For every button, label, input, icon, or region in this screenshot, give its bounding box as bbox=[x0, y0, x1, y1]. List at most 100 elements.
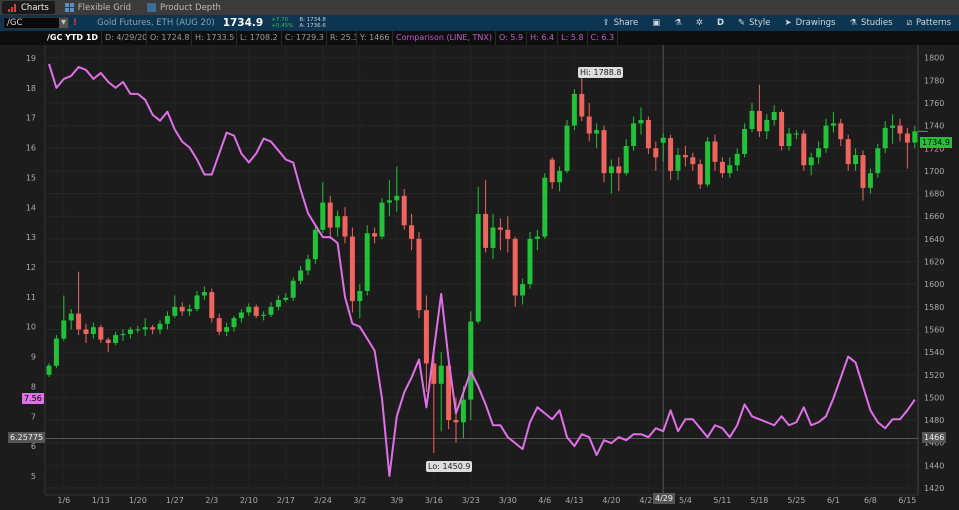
candle-body bbox=[194, 295, 200, 310]
alert-icon[interactable]: ! bbox=[73, 18, 77, 28]
drawings-button[interactable]: ➤ Drawings bbox=[785, 18, 836, 28]
candle-body bbox=[231, 318, 237, 328]
x-axis-tick-label: 5/25 bbox=[787, 496, 805, 505]
candle-body bbox=[712, 141, 718, 162]
x-axis-tick-label: 2/10 bbox=[240, 496, 258, 505]
left-axis-tick-label: 18 bbox=[26, 84, 36, 93]
x-axis-tick-label: 1/20 bbox=[129, 496, 147, 505]
price-chart[interactable]: 1420144014601480150015201540156015801600… bbox=[0, 45, 959, 510]
right-axis-tick-label: 1440 bbox=[924, 461, 944, 470]
candle-body bbox=[335, 216, 341, 228]
candle-body bbox=[497, 227, 503, 230]
candle-body bbox=[423, 310, 429, 364]
candle-body bbox=[468, 321, 474, 400]
right-axis-tick-label: 1800 bbox=[924, 54, 944, 63]
candle-body bbox=[690, 157, 696, 165]
candle-body bbox=[520, 284, 526, 296]
candle-body bbox=[201, 292, 207, 296]
right-axis-tick-label: 1580 bbox=[924, 303, 944, 312]
x-axis-tick-label: 5/11 bbox=[713, 496, 731, 505]
settings-button[interactable]: ✲ bbox=[696, 18, 703, 28]
right-axis-tick-label: 1420 bbox=[924, 484, 944, 493]
info-y: Y: 1466 bbox=[357, 31, 394, 45]
candle-body bbox=[786, 133, 792, 146]
flask-button[interactable]: ⚗ bbox=[674, 18, 682, 28]
tab-flexible-grid[interactable]: Flexible Grid bbox=[59, 1, 137, 14]
patterns-button[interactable]: ⧄ Patterns bbox=[907, 18, 951, 28]
chevron-down-icon[interactable]: ▼ bbox=[59, 18, 68, 28]
left-axis-tick-label: 10 bbox=[26, 323, 36, 332]
candle-body bbox=[460, 399, 466, 423]
candle-body bbox=[364, 233, 370, 291]
info-high: H: 1733.5 bbox=[192, 31, 238, 45]
style-button[interactable]: ✎ Style bbox=[738, 18, 770, 28]
patterns-label: Patterns bbox=[915, 18, 951, 28]
right-axis-tick-label: 1600 bbox=[924, 280, 944, 289]
candle-body bbox=[105, 339, 111, 344]
candle-body bbox=[660, 137, 666, 143]
symbol-value: /GC bbox=[7, 18, 23, 28]
candle-body bbox=[290, 280, 296, 298]
share-button[interactable]: ⇪ Share bbox=[603, 18, 639, 28]
x-axis-tick-label: 5/4 bbox=[679, 496, 692, 505]
candle-body bbox=[386, 200, 392, 203]
flask-icon: ⚗ bbox=[849, 18, 858, 28]
x-axis-tick-label: 2/3 bbox=[205, 496, 218, 505]
candle-body bbox=[327, 202, 333, 228]
candle-body bbox=[224, 327, 230, 332]
info-range: R: 25.3 bbox=[327, 31, 358, 45]
left-axis-tick-label: 13 bbox=[26, 233, 36, 242]
screen-button[interactable]: ▣ bbox=[652, 18, 660, 28]
x-axis-tick-label: 4/6 bbox=[538, 496, 551, 505]
left-axis-tick-label: 14 bbox=[26, 203, 36, 212]
candle-body bbox=[127, 329, 133, 334]
candle-body bbox=[793, 133, 799, 135]
candle-body bbox=[246, 306, 252, 313]
left-axis-tick-label: 5 bbox=[31, 472, 36, 481]
x-axis-tick-label: 4/20 bbox=[602, 496, 620, 505]
studies-button[interactable]: ⚗ Studies bbox=[849, 18, 892, 28]
tab-product-depth[interactable]: Product Depth bbox=[141, 1, 227, 14]
low-label: Lo: 1450.9 bbox=[426, 461, 473, 472]
candle-body bbox=[631, 123, 637, 146]
x-axis-tick-label: 1/6 bbox=[57, 496, 70, 505]
left-axis-tick-label: 19 bbox=[26, 54, 36, 63]
left-axis-tick-label: 16 bbox=[26, 144, 36, 153]
symbol-input[interactable]: /GC ▼ bbox=[3, 17, 69, 29]
candle-body bbox=[564, 125, 570, 171]
screen-icon: ▣ bbox=[652, 18, 661, 28]
candle-body bbox=[157, 323, 163, 330]
style-label: Style bbox=[749, 18, 771, 28]
comp-open: O: 5.9 bbox=[496, 31, 528, 45]
right-axis-tick-label: 1620 bbox=[924, 258, 944, 267]
right-axis-tick-label: 1680 bbox=[924, 190, 944, 199]
candle-body bbox=[771, 112, 777, 120]
candle-body bbox=[68, 313, 74, 321]
candle-body bbox=[53, 338, 59, 366]
candle-body bbox=[275, 300, 281, 307]
right-axis-tick-label: 1640 bbox=[924, 235, 944, 244]
candle-body bbox=[756, 110, 762, 132]
candle-body bbox=[320, 202, 326, 230]
candle-body bbox=[675, 155, 681, 171]
candle-body bbox=[283, 297, 289, 301]
tab-charts[interactable]: Charts bbox=[2, 1, 55, 14]
candle-body bbox=[187, 309, 193, 312]
crosshair-left-value: 6.25775 bbox=[8, 432, 46, 443]
share-icon: ⇪ bbox=[602, 18, 610, 28]
right-axis-tick-label: 1500 bbox=[924, 393, 944, 402]
aggregation-button[interactable]: D bbox=[717, 18, 724, 28]
symbol-bar: /GC ▼ ! Gold Futures, ETH (AUG 20) 1734.9… bbox=[0, 15, 959, 31]
x-axis-tick-label: 3/30 bbox=[499, 496, 517, 505]
candle-body bbox=[890, 125, 896, 128]
comparison-label: Comparison (LINE, TNX) bbox=[393, 31, 497, 45]
left-axis-tick-label: 12 bbox=[26, 263, 36, 272]
left-axis-tick-label: 7 bbox=[31, 412, 36, 421]
candle-body bbox=[342, 216, 348, 237]
candle-body bbox=[875, 148, 881, 174]
candle-body bbox=[734, 153, 740, 166]
left-axis-tick-label: 15 bbox=[26, 173, 36, 182]
candle-body bbox=[372, 233, 378, 237]
left-axis-tick-label: 17 bbox=[26, 114, 36, 123]
comp-close: C: 6.3 bbox=[588, 31, 619, 45]
